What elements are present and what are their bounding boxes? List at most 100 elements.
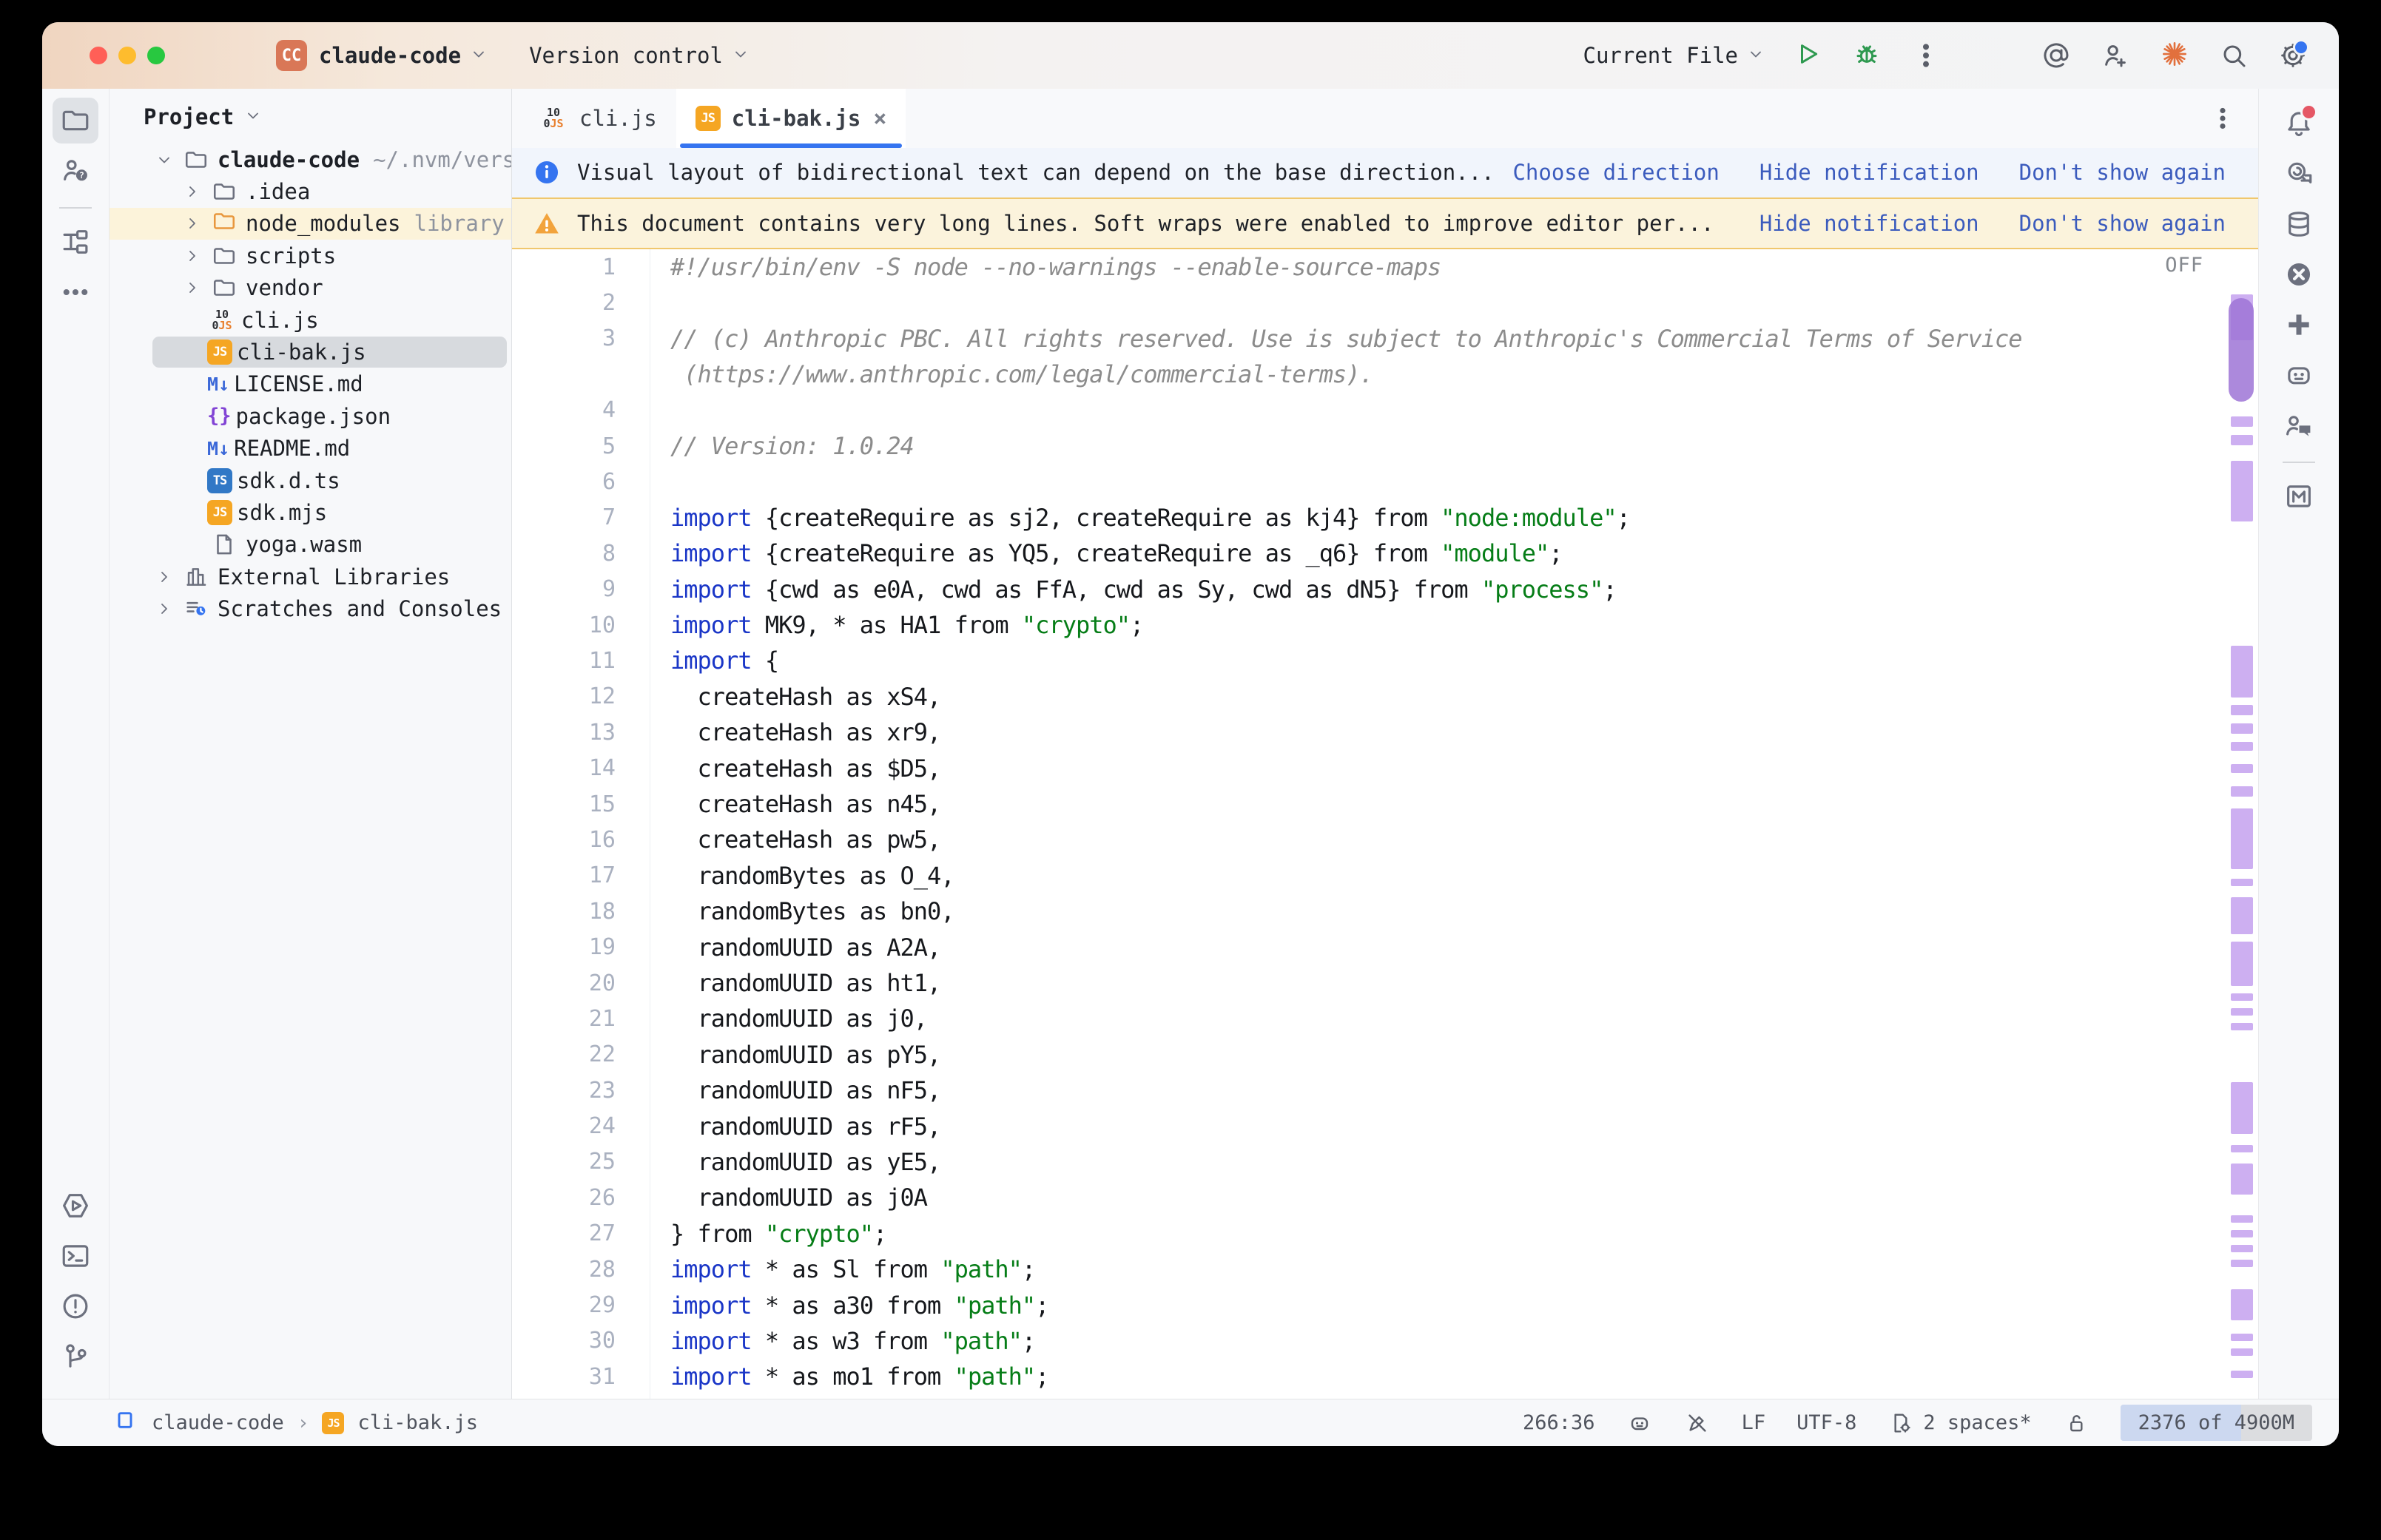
banner-link-choose-direction[interactable]: Choose direction: [1512, 160, 1719, 185]
js-file-icon: JS: [322, 1412, 344, 1434]
tree-item-package-json[interactable]: {}package.json: [110, 400, 511, 432]
caret-position[interactable]: 266:36: [1523, 1411, 1595, 1434]
libraries-icon: [179, 561, 213, 592]
scrollbar-thumb[interactable]: [2229, 298, 2254, 402]
chevron-right-icon[interactable]: [178, 177, 207, 206]
code-text: randomUUID as rF5,: [622, 1112, 940, 1141]
debug-button[interactable]: [1850, 39, 1883, 72]
app-logo-badge: CC: [276, 40, 307, 71]
run-configuration-selector[interactable]: Current File: [1583, 43, 1765, 68]
tree-item-cli-js[interactable]: 100JScli.js: [110, 304, 511, 336]
line-separator-indicator[interactable]: LF: [1742, 1411, 1766, 1434]
code-text: createHash as n45,: [622, 790, 940, 818]
maximize-window-button[interactable]: [147, 47, 165, 64]
memory-indicator[interactable]: 2376 of 4900M: [2121, 1405, 2312, 1441]
plugin-icon[interactable]: [2276, 302, 2322, 348]
code-text: import {createRequire as YQ5, createRequ…: [622, 539, 1563, 567]
tree-item-suffix: library: [414, 211, 505, 236]
tab-cli-js[interactable]: 100JScli.js: [519, 89, 676, 148]
code-text: // (c) Anthropic PBC. All rights reserve…: [622, 325, 2022, 353]
m-logo-icon[interactable]: [2276, 473, 2322, 519]
search-icon[interactable]: [2217, 39, 2250, 72]
tree-item-sdk-d-ts[interactable]: TSsdk.d.ts: [110, 465, 511, 496]
lock-open-icon[interactable]: [2063, 1410, 2089, 1436]
indent-indicator[interactable]: 2 spaces*: [1923, 1411, 2031, 1434]
memory-indicator-text: 2376 of 4900M: [2138, 1411, 2294, 1434]
tree-item-claude-code[interactable]: claude-code~/.nvm/vers: [110, 143, 511, 175]
inspection-widget[interactable]: OFF: [2165, 254, 2203, 277]
at-icon[interactable]: [2040, 39, 2072, 72]
tree-item-vendor[interactable]: vendor: [110, 272, 511, 304]
tree-item-scratches-and-consoles[interactable]: Scratches and Consoles: [110, 592, 511, 624]
terminal-icon[interactable]: [53, 1233, 98, 1279]
tree-item-readme-md[interactable]: M↓README.md: [110, 433, 511, 465]
large-js-file-icon: 100JS: [207, 305, 237, 335]
code-text: randomUUID as ht1,: [622, 969, 940, 997]
vcs-change-mark: [2231, 461, 2253, 521]
banner-link-don-t-show-again[interactable]: Don't show again: [2019, 160, 2226, 185]
code-editor[interactable]: 1#!/usr/bin/env -S node --no-warnings --…: [512, 249, 2258, 1399]
tree-item-label: node_modules: [246, 211, 401, 236]
code-line-13: 13 createHash as xr9,: [512, 715, 2258, 750]
tree-item-license-md[interactable]: M↓LICENSE.md: [110, 368, 511, 400]
version-control-icon[interactable]: [53, 1334, 98, 1379]
add-user-icon[interactable]: [2099, 39, 2132, 72]
tab-cli-bak-js[interactable]: JScli-bak.js×: [676, 89, 906, 148]
run-icon[interactable]: [53, 1183, 98, 1229]
tree-item-scripts[interactable]: scripts: [110, 240, 511, 271]
x-circle-icon[interactable]: [2276, 251, 2322, 297]
code-text: createHash as xr9,: [622, 718, 940, 746]
chevron-right-icon[interactable]: [178, 209, 207, 238]
chevron-right-icon[interactable]: [178, 273, 207, 303]
project-folder-icon[interactable]: [53, 98, 98, 143]
project-menu[interactable]: claude-code: [319, 43, 488, 68]
breadcrumb-project[interactable]: claude-code: [152, 1411, 284, 1434]
copilot-icon[interactable]: [1626, 1410, 1653, 1436]
banner-link-hide-notification[interactable]: Hide notification: [1759, 211, 1979, 236]
robot-icon[interactable]: [2276, 352, 2322, 398]
breadcrumb-file[interactable]: cli-bak.js: [357, 1411, 478, 1434]
structure-icon[interactable]: [53, 219, 98, 265]
project-panel-header[interactable]: Project: [110, 93, 511, 141]
tree-item-label: yoga.wasm: [246, 532, 362, 557]
pencil-slash-icon[interactable]: [1684, 1410, 1711, 1436]
chevron-right-icon[interactable]: [178, 241, 207, 271]
encoding-indicator[interactable]: UTF-8: [1796, 1411, 1856, 1434]
tree-item-external-libraries[interactable]: External Libraries: [110, 561, 511, 592]
markdown-file-icon: M↓: [207, 374, 229, 395]
problems-icon[interactable]: [53, 1283, 98, 1329]
tree-item-idea[interactable]: .idea: [110, 175, 511, 207]
settings-icon[interactable]: [2277, 39, 2309, 72]
collab-chat-icon[interactable]: [2276, 402, 2322, 448]
tree-item-node-modules[interactable]: node_modules library: [110, 208, 511, 240]
pull-requests-icon[interactable]: ?: [53, 148, 98, 194]
banner-link-don-t-show-again[interactable]: Don't show again: [2019, 211, 2226, 236]
run-button[interactable]: [1791, 39, 1824, 72]
chevron-right-icon[interactable]: [149, 562, 179, 592]
notifications-icon[interactable]: [2276, 101, 2322, 146]
minimize-window-button[interactable]: [118, 47, 136, 64]
close-window-button[interactable]: [90, 47, 107, 64]
tree-item-yoga-wasm[interactable]: yoga.wasm: [110, 529, 511, 561]
tree-indent: [178, 530, 207, 559]
more-actions-icon[interactable]: [1910, 39, 1942, 72]
code-line-30: 30import * as w3 from "path";: [512, 1323, 2258, 1359]
scrollbar-error-stripe[interactable]: [2226, 249, 2258, 1399]
more-icon[interactable]: [53, 269, 98, 315]
banner-link-hide-notification[interactable]: Hide notification: [1759, 160, 1979, 185]
close-icon[interactable]: ×: [873, 106, 886, 132]
tab-options-icon[interactable]: [2209, 89, 2258, 148]
code-text: } from "crypto";: [622, 1220, 886, 1248]
database-icon[interactable]: [2276, 201, 2322, 247]
tree-item-cli-bak-js[interactable]: JScli-bak.js: [110, 336, 511, 368]
vcs-change-mark: [2231, 1260, 2253, 1267]
code-text: randomUUID as nF5,: [622, 1076, 940, 1104]
strip-divider: [2283, 462, 2315, 463]
spark-icon[interactable]: [2158, 39, 2191, 72]
ai-search-icon[interactable]: [2276, 151, 2322, 197]
vcs-menu[interactable]: Version control: [529, 43, 750, 68]
chevron-right-icon[interactable]: [149, 594, 179, 624]
chevron-down-icon[interactable]: [149, 145, 179, 175]
code-line-8: 8import {createRequire as YQ5, createReq…: [512, 536, 2258, 571]
tree-item-sdk-mjs[interactable]: JSsdk.mjs: [110, 496, 511, 528]
